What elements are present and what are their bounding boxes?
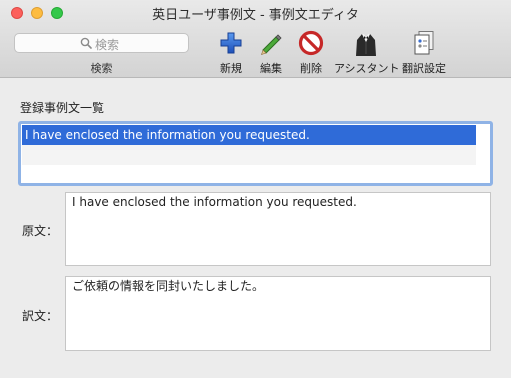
no-entry-icon (298, 30, 324, 56)
source-text-area[interactable]: I have enclosed the information you requ… (65, 192, 491, 266)
search-placeholder: 検索 (95, 38, 120, 52)
list-item[interactable] (22, 165, 476, 185)
translation-text-area[interactable]: ご依頼の情報を同封いたしました。 (65, 276, 491, 351)
translation-label: 訳文： (22, 309, 59, 323)
search-input[interactable]: 検索 (14, 33, 189, 53)
window-title: 英日ユーザ事例文 - 事例文エディタ (152, 8, 359, 23)
editor-window: 英日ユーザ事例文 - 事例文エディタ 検索 検索 新規 編集 削除 アシスタント… (0, 0, 511, 378)
search-icon (80, 37, 92, 49)
list-item[interactable] (22, 145, 476, 165)
search-label: 検索 (90, 62, 113, 75)
document-settings-icon (414, 31, 434, 55)
translation-settings-button[interactable]: 翻訳設定 (392, 28, 456, 75)
assistant-label: アシスタント (334, 62, 400, 75)
assistant-button[interactable]: アシスタント (334, 28, 400, 75)
title-toolbar: 英日ユーザ事例文 - 事例文エディタ 検索 検索 新規 編集 削除 アシスタント… (0, 0, 511, 78)
list-title: 登録事例文一覧 (20, 101, 105, 115)
butler-icon (356, 34, 376, 56)
translation-settings-label: 翻訳設定 (402, 62, 446, 75)
source-label: 原文： (22, 224, 59, 238)
example-sentence-list[interactable]: I have enclosed the information you requ… (18, 121, 493, 186)
list-item[interactable]: I have enclosed the information you requ… (22, 125, 476, 145)
